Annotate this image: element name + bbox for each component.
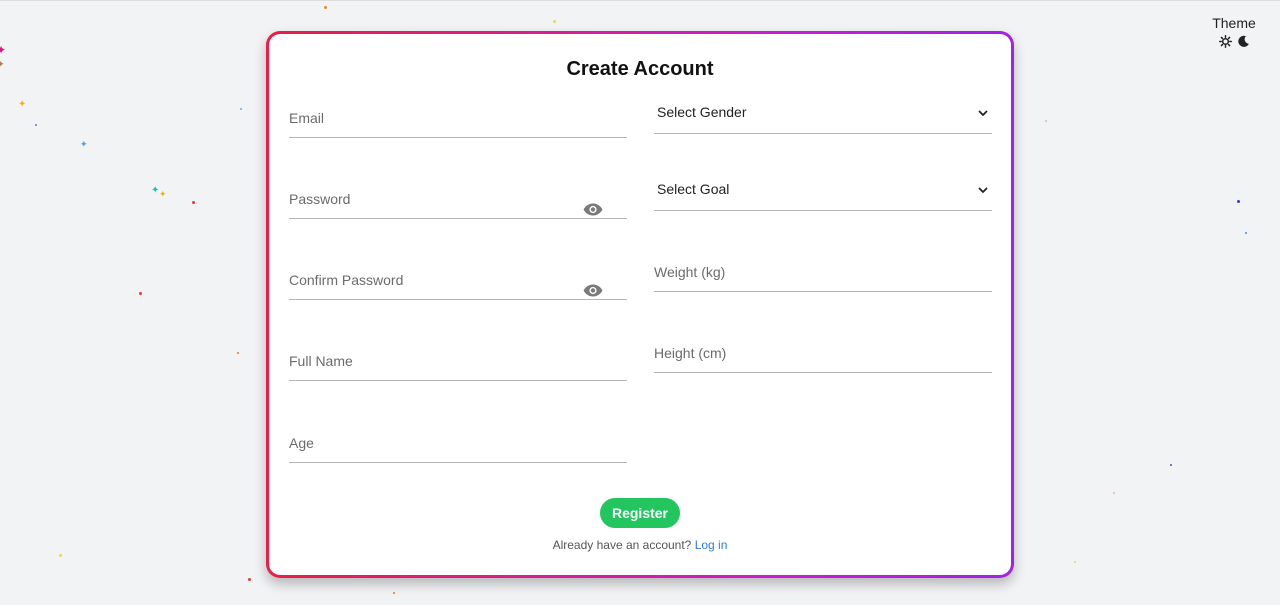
confirm-password-input[interactable]: [289, 260, 627, 299]
email-field-wrapper: [289, 98, 627, 138]
sparkle-dot: [1237, 200, 1240, 203]
sparkle-dot: [192, 201, 195, 204]
sparkle-star-icon: ✦: [18, 99, 27, 110]
full-name-input[interactable]: [289, 341, 627, 380]
chevron-down-icon: [978, 110, 988, 117]
login-prompt-text: Already have an account?: [552, 538, 692, 552]
gender-select[interactable]: Select Gender: [654, 94, 992, 134]
password-input[interactable]: [289, 179, 627, 218]
age-input[interactable]: [289, 423, 627, 462]
full-name-field-wrapper: [289, 341, 627, 381]
sparkle-star-icon: ✦: [0, 59, 5, 69]
sparkle-star-icon: ✦: [159, 189, 167, 199]
sun-icon[interactable]: [1218, 35, 1232, 48]
sparkle-dot: [139, 292, 142, 295]
gender-select-value: Select Gender: [657, 104, 747, 120]
email-input[interactable]: [289, 98, 627, 137]
moon-icon[interactable]: [1237, 35, 1250, 48]
sparkle-dot: [553, 20, 556, 23]
sparkle-dot: [35, 124, 37, 126]
sparkle-dot: [237, 352, 239, 354]
sparkle-dot: [393, 592, 395, 594]
sparkle-star-icon: ✦: [80, 139, 88, 149]
create-account-card: Create Account Email Full Name Age Selec…: [266, 31, 1014, 578]
weight-input[interactable]: [654, 252, 992, 291]
weight-field-wrapper: [654, 252, 992, 292]
sparkle-dot: [1170, 464, 1172, 466]
card-body: Create Account Email Full Name Age Selec…: [269, 34, 1011, 575]
show-password-eye-icon[interactable]: [583, 203, 603, 216]
show-confirm-password-eye-icon[interactable]: [583, 284, 603, 297]
sparkle-dot: [240, 108, 242, 110]
page-title: Create Account: [566, 58, 714, 80]
sparkle-dot: [248, 578, 251, 581]
sparkle-dot: [1113, 492, 1115, 494]
login-link[interactable]: Log in: [695, 538, 728, 552]
theme-switcher: Theme: [1210, 15, 1258, 48]
register-button[interactable]: Register: [600, 498, 680, 528]
chevron-down-icon: [978, 187, 988, 194]
password-field-wrapper: [289, 179, 627, 219]
sparkle-dot: [1045, 120, 1047, 122]
theme-label: Theme: [1212, 15, 1256, 31]
sparkle-dot: [324, 6, 327, 9]
top-divider: [0, 0, 1280, 1]
sparkle-dot: [59, 554, 62, 557]
goal-select-value: Select Goal: [657, 181, 730, 197]
login-prompt-line: Already have an account? Log in: [269, 538, 1011, 552]
height-field-wrapper: [654, 333, 992, 373]
sparkle-dot: [1245, 232, 1247, 234]
goal-select[interactable]: Select Goal: [654, 171, 992, 211]
theme-icons: [1210, 35, 1258, 48]
sparkle-star-icon: ✦: [0, 43, 7, 57]
sparkle-dot: [1074, 561, 1076, 563]
age-field-wrapper: [289, 423, 627, 463]
height-input[interactable]: [654, 333, 992, 372]
confirm-password-field-wrapper: [289, 260, 627, 300]
